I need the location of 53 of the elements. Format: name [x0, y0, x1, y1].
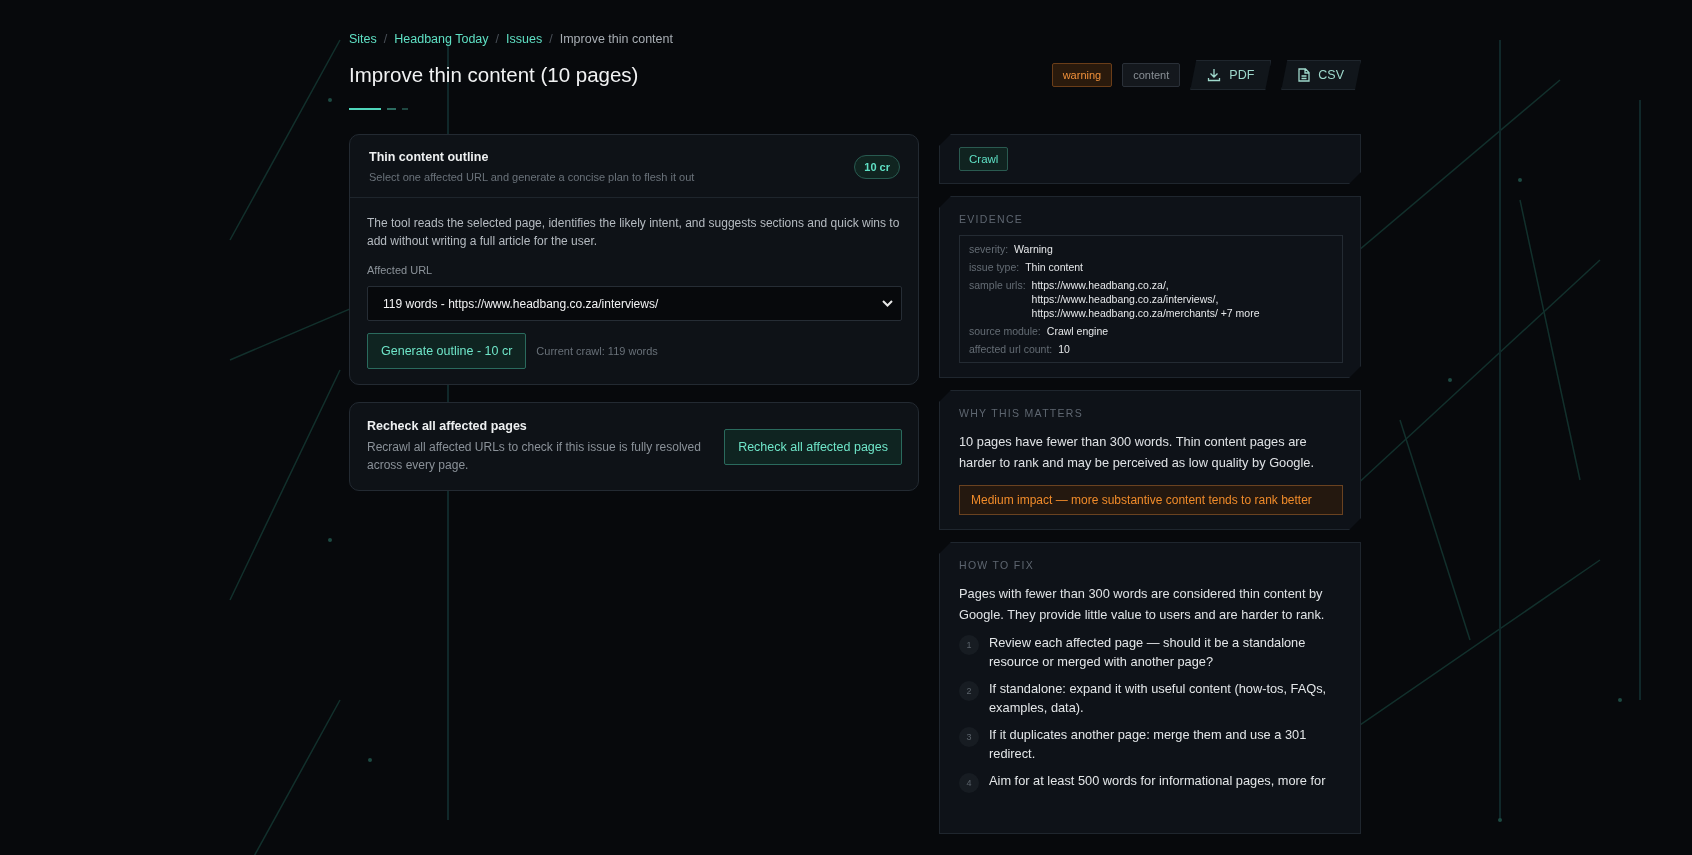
evidence-value: Warning	[1014, 242, 1053, 256]
fix-text: Pages with fewer than 300 words are considered thin content by Google. They provide little value to users and are harder to rank.	[959, 585, 1326, 624]
breadcrumb-link[interactable]: Sites	[349, 32, 377, 46]
card-title: Recheck all affected pages	[367, 419, 528, 433]
impact-note: Medium impact — more substantive content tends to rank better	[959, 485, 1343, 515]
evidence-label: severity:	[969, 242, 1009, 256]
page-title: Improve thin content (10 pages)	[349, 63, 639, 87]
section-heading: HOW TO FIX	[959, 559, 1036, 571]
card-subtitle: Select one affected URL and generate a concise plan to flesh it out	[369, 171, 695, 183]
breadcrumb-link[interactable]: Issues	[506, 32, 543, 46]
crawl-note: Current crawl: 119 words	[536, 345, 658, 357]
document-icon	[1298, 68, 1311, 82]
generate-button[interactable]: Generate outline - 10 cr	[367, 333, 527, 369]
export-button[interactable]: CSV	[1281, 60, 1361, 90]
step-text: Review each affected page — should it be a standalone resource or merged with another page?	[989, 634, 1307, 671]
field-label: Affected URL	[367, 264, 434, 276]
evidence-label: issue type:	[969, 260, 1020, 274]
card-description: Recrawl all affected URLs to check if this issue is fully resolved across every page.	[367, 439, 702, 474]
evidence-label: sample urls:	[969, 278, 1026, 293]
breadcrumb-link[interactable]: Headbang Today	[394, 32, 489, 46]
card-title: Thin content outline	[369, 150, 490, 164]
breadcrumb-separator: /	[549, 32, 553, 46]
chevron-down-icon	[882, 300, 893, 307]
step-number: 1	[959, 635, 979, 655]
evidence-value: Thin content	[1025, 260, 1083, 274]
source-tag: Crawl	[959, 147, 1009, 171]
step-number: 3	[959, 727, 979, 747]
section-heading: WHY THIS MATTERS	[959, 407, 1085, 419]
cost-badge: 10 cr	[854, 154, 900, 179]
step-text: Aim for at least 500 words for informational pages, more for	[989, 772, 1326, 790]
section-heading: EVIDENCE	[959, 213, 1025, 225]
evidence-value: Crawl engine	[1046, 324, 1109, 338]
evidence-value: 10	[1058, 342, 1070, 356]
step-text: If it duplicates another page: merge them and use a 301 redirect.	[989, 726, 1308, 763]
evidence-value: https://www.headbang.co.za/interviews/,	[1031, 292, 1220, 306]
evidence-label: affected url count:	[969, 342, 1053, 356]
evidence-label: source module:	[969, 324, 1041, 338]
evidence-value: https://www.headbang.co.za/merchants/ +7 more	[1031, 306, 1260, 320]
url-dropdown[interactable]: 119 words - https://www.headbang.co.za/interviews/	[367, 286, 902, 321]
tag: content	[1122, 63, 1181, 87]
recheck-button[interactable]: Recheck all affected pages	[724, 428, 902, 465]
why-text: 10 pages have fewer than 300 words. Thin content pages are harder to rank and may be perceived as low quality by Google.	[959, 433, 1315, 472]
step-number: 2	[959, 681, 979, 701]
step-text: If standalone: expand it with useful content (how-tos, FAQs, examples, data).	[989, 680, 1328, 717]
export-button[interactable]: PDF	[1190, 60, 1272, 90]
download-icon	[1207, 68, 1222, 82]
step-number: 4	[959, 773, 979, 793]
evidence-value: https://www.headbang.co.za/,	[1031, 278, 1170, 292]
breadcrumb-separator: /	[495, 32, 500, 46]
breadcrumb-current: Improve thin content	[559, 32, 673, 46]
tag: warning	[1051, 63, 1113, 87]
breadcrumb-separator: /	[383, 32, 388, 46]
tool-description: The tool reads the selected page, identifies the likely intent, and suggests sections and quick wins to add without writing a full article for the user.	[367, 215, 901, 250]
